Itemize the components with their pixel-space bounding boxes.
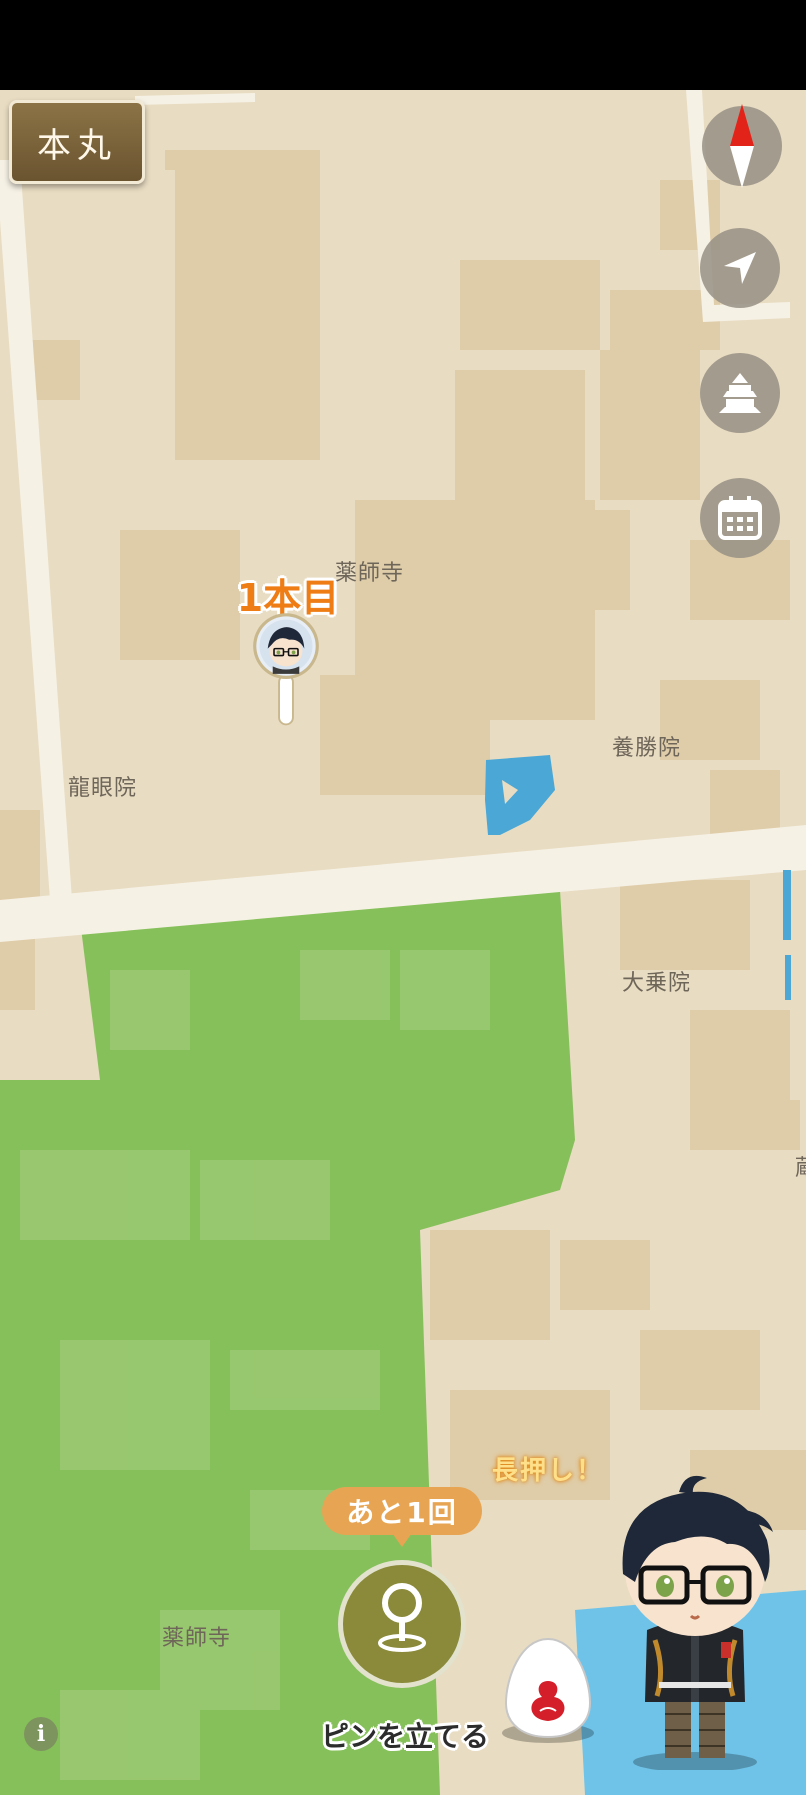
location-arrow-icon [724,252,756,284]
info-button[interactable]: i [24,1717,58,1751]
map-pin-icon [378,1583,426,1652]
compass-icon [730,104,754,188]
castle-map-button[interactable] [700,353,780,433]
gourd-egg-item[interactable] [498,1635,598,1745]
locate-button[interactable] [700,228,780,308]
calendar-icon [718,496,762,540]
place-pin-button[interactable] [338,1560,466,1688]
castle-button[interactable]: 本丸 [9,100,145,184]
place-label-partial: 蔵 [795,1150,806,1182]
compass-button[interactable] [702,104,782,188]
place-label-yakushiji-bottom: 薬師寺 [162,1626,232,1651]
castle-icon [719,373,761,413]
calendar-button[interactable] [700,478,780,558]
place-pin-label: ピンを立てる [320,1720,489,1753]
place-label-yoshoin: 養勝院 [612,736,682,761]
place-label-ryuganin: 龍眼院 [68,776,138,801]
placed-pin[interactable] [221,612,351,792]
long-press-hint: 長押し！ [492,1456,605,1486]
status-bar [0,0,806,90]
remaining-count-badge: あと1回 [322,1487,482,1547]
companion-character[interactable] [595,1470,795,1770]
place-label-daijoin: 大乗院 [622,971,692,996]
